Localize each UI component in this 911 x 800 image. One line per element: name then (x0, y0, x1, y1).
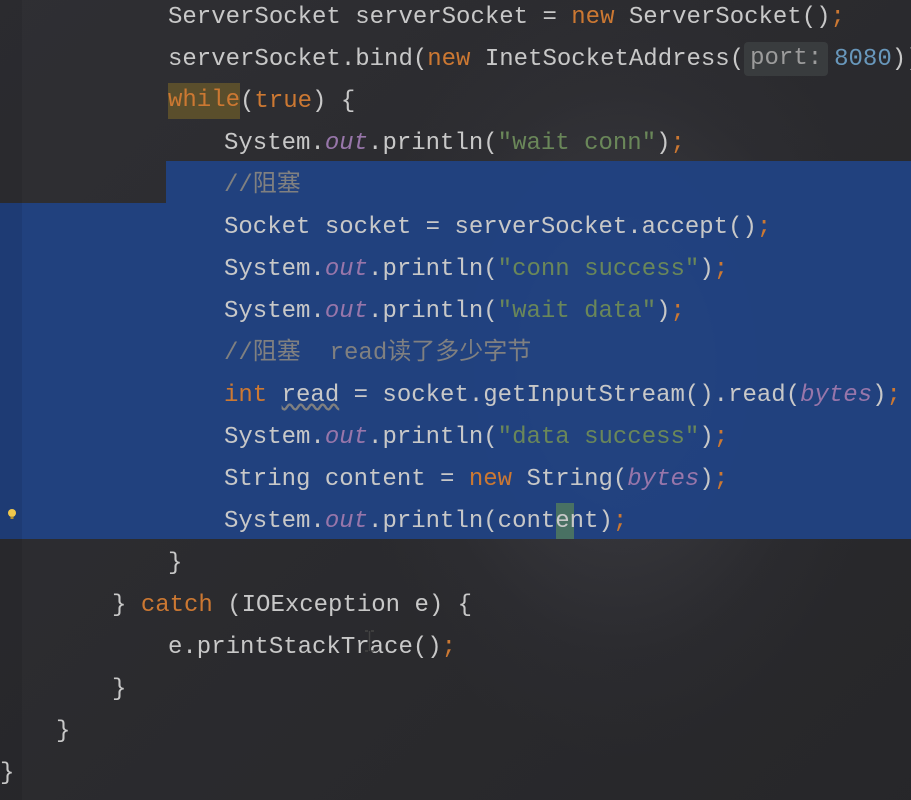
code-line[interactable]: int read = socket.getInputStream().read(… (0, 375, 911, 417)
code-line[interactable]: //阻塞 read读了多少字节 (0, 333, 911, 375)
code-token: ; (714, 466, 728, 493)
code-token: System. (224, 298, 325, 325)
code-line[interactable]: while(true) { (0, 81, 911, 123)
code-token: out (325, 298, 368, 325)
code-token: System. (224, 424, 325, 451)
code-token: bytes (627, 466, 699, 493)
code-token: catch (141, 592, 227, 619)
code-token: "wait data" (498, 298, 656, 325)
code-token: "wait conn" (498, 130, 656, 157)
code-token: ; (757, 214, 771, 241)
code-token: .println( (368, 256, 498, 283)
code-token: System. (224, 130, 325, 157)
code-line[interactable]: System.out.println("conn success"); (0, 249, 911, 291)
code-token: ServerSocket serverSocket = (168, 4, 571, 31)
code-token: ) (699, 466, 713, 493)
code-line[interactable]: } (0, 669, 911, 711)
code-token: new (469, 466, 527, 493)
code-token: out (325, 130, 368, 157)
code-line[interactable]: System.out.println(content); (0, 501, 911, 543)
code-token: true (254, 88, 312, 115)
intention-bulb-icon[interactable] (6, 508, 18, 520)
code-token: String content = (224, 466, 469, 493)
code-token: InetSocketAddress( (485, 46, 744, 73)
code-token: //阻塞 read读了多少字节 (224, 340, 531, 367)
code-token: } (56, 718, 70, 745)
code-token: } (112, 592, 141, 619)
code-token: ; (671, 130, 685, 157)
code-token: ServerSocket() (629, 4, 831, 31)
code-token: ) (699, 424, 713, 451)
code-token: read (282, 382, 340, 409)
code-token: ) (872, 382, 886, 409)
code-token: System. (224, 256, 325, 283)
code-token: ) { (312, 88, 355, 115)
code-token: new (427, 46, 485, 73)
code-line[interactable]: System.out.println("wait conn"); (0, 123, 911, 165)
code-token: ; (442, 634, 456, 661)
code-token: .println( (368, 130, 498, 157)
code-token: new (571, 4, 629, 31)
code-token: while (168, 83, 240, 119)
code-token: ) (699, 256, 713, 283)
code-token: "conn success" (498, 256, 700, 283)
code-line[interactable]: e.printStackTrace(); (0, 627, 911, 669)
code-token: int (224, 382, 282, 409)
code-token: )) (892, 46, 911, 73)
code-line[interactable]: ServerSocket serverSocket = new ServerSo… (0, 0, 911, 39)
code-token: ; (887, 382, 901, 409)
code-line[interactable]: System.out.println("wait data"); (0, 291, 911, 333)
code-line[interactable]: String content = new String(bytes); (0, 459, 911, 501)
code-token: .println(content) (368, 508, 613, 535)
code-token: (IOException e) { (227, 592, 472, 619)
code-token: "data success" (498, 424, 700, 451)
code-token: ; (831, 4, 845, 31)
code-token: .println( (368, 298, 498, 325)
code-token: ; (714, 256, 728, 283)
code-token: port: (744, 42, 828, 76)
code-token: } (112, 676, 126, 703)
code-editor[interactable]: ServerSocket serverSocket = new ServerSo… (0, 0, 911, 800)
code-token: ) (656, 298, 670, 325)
code-token: out (325, 508, 368, 535)
code-line[interactable]: //阻塞 (0, 165, 911, 207)
code-line[interactable]: } (0, 753, 911, 795)
code-token: String( (526, 466, 627, 493)
code-token: .println( (368, 424, 498, 451)
code-token: e.printStackTrace() (168, 634, 442, 661)
code-line[interactable]: Socket socket = serverSocket.accept(); (0, 207, 911, 249)
code-line[interactable]: } catch (IOException e) { (0, 585, 911, 627)
code-token: ; (714, 424, 728, 451)
code-token: } (0, 760, 14, 787)
code-token: //阻塞 (224, 172, 301, 199)
code-token: } (168, 550, 182, 577)
code-line[interactable]: } (0, 711, 911, 753)
code-token: out (325, 256, 368, 283)
code-token: ) (656, 130, 670, 157)
code-token: 8080 (834, 46, 892, 73)
code-token: Socket socket = serverSocket.accept() (224, 214, 757, 241)
code-token: System. (224, 508, 325, 535)
code-token: bytes (800, 382, 872, 409)
code-line[interactable]: System.out.println("data success"); (0, 417, 911, 459)
code-token: ; (613, 508, 627, 535)
code-line[interactable]: serverSocket.bind(new InetSocketAddress(… (0, 39, 911, 81)
code-token: ; (671, 298, 685, 325)
code-token: ( (240, 88, 254, 115)
code-token: = socket.getInputStream().read( (339, 382, 800, 409)
code-token: serverSocket.bind( (168, 46, 427, 73)
code-line[interactable]: } (0, 543, 911, 585)
code-token: out (325, 424, 368, 451)
